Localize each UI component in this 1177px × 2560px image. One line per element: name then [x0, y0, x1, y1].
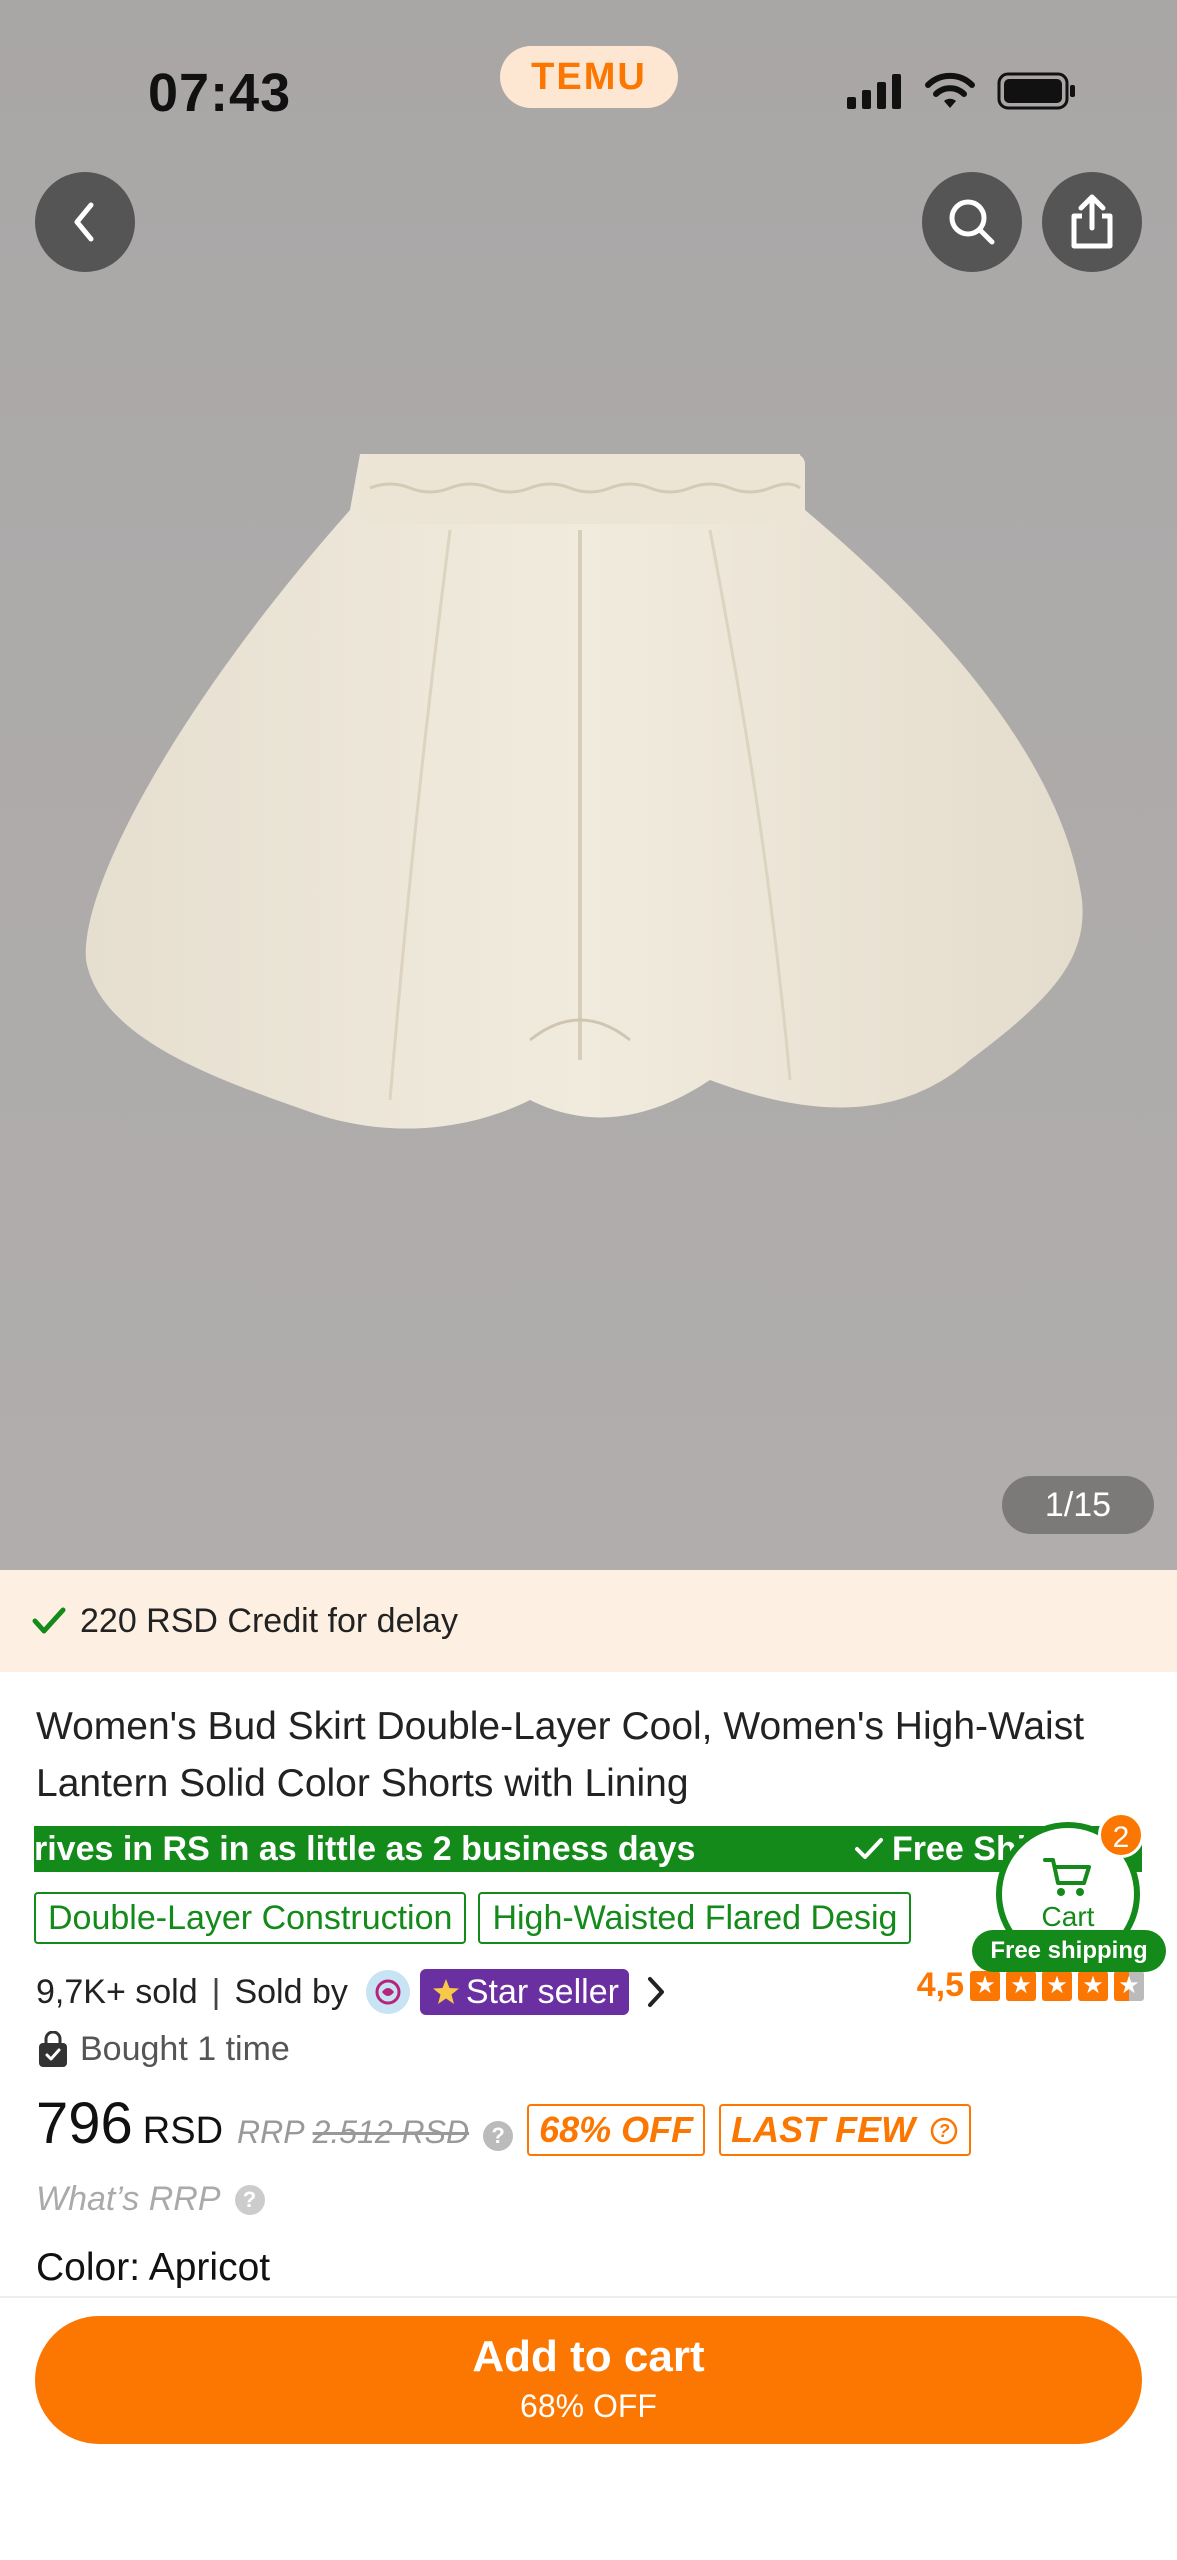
cart-icon [1043, 1858, 1091, 1896]
price-value: 796 [36, 2091, 133, 2156]
color-label: Color: Apricot [36, 2246, 271, 2289]
add-to-cart-label: Add to cart [472, 2332, 705, 2381]
rating-value: 4,5 [916, 1966, 964, 2004]
last-few-label: LAST FEW [731, 2109, 916, 2150]
star-icon: ★ [1078, 1970, 1108, 2001]
star-seller-badge[interactable]: Star seller [419, 1969, 629, 2015]
battery-icon [997, 72, 1075, 110]
image-counter: 1/15 [1002, 1476, 1154, 1534]
whats-rrp-link[interactable]: What’s RRP ? [36, 2180, 265, 2219]
star-seller-label: Star seller [465, 1972, 619, 2011]
status-bar: 07:43 TEMU [0, 0, 1177, 150]
temu-logo: TEMU [500, 46, 678, 108]
credit-text: 220 RSD Credit for delay [80, 1601, 458, 1640]
status-icons [847, 72, 1077, 110]
share-button[interactable] [1042, 172, 1142, 272]
star-icon: ★ [970, 1970, 1000, 2001]
bought-text: Bought 1 time [80, 2030, 290, 2068]
cart-label: Cart [1041, 1901, 1095, 1932]
product-gallery[interactable]: 07:43 TEMU 1/15 [0, 0, 1177, 1570]
shop-avatar[interactable] [365, 1970, 410, 2014]
bought-info: Bought 1 time [36, 2030, 290, 2069]
divider: | [211, 1972, 221, 2011]
check-icon [855, 1838, 883, 1859]
sold-count: 9,7K+ sold [36, 1972, 198, 2011]
credit-banner[interactable]: 220 RSD Credit for delay [0, 1570, 1177, 1672]
cart-count-badge: 2 [1098, 1812, 1144, 1858]
whats-rrp-text: What’s RRP [36, 2180, 221, 2218]
shipping-ticker[interactable]: rives in RS in as little as 2 business d… [34, 1826, 1142, 1872]
search-icon [949, 199, 995, 245]
free-shipping-segment: Free Shi [854, 1826, 1026, 1872]
delivery-time-text: rives in RS in as little as 2 business d… [34, 1830, 696, 1868]
rrp-label: RRP [237, 2114, 305, 2150]
color-selector-label: Color: Apricot [36, 2246, 270, 2290]
share-icon [1071, 194, 1113, 249]
star-icon: ★ [1006, 1970, 1036, 2001]
feature-tags: Double-Layer Construction High-Waisted F… [34, 1892, 912, 1944]
feature-tag: Double-Layer Construction [34, 1892, 467, 1944]
back-button[interactable] [35, 172, 135, 272]
price-row: 796 RSD RRP 2.512 RSD ? 68% OFF LAST FEW… [36, 2090, 1146, 2170]
check-icon [32, 1607, 66, 1634]
star-icon: ★ [1042, 1970, 1072, 2001]
wifi-icon [925, 72, 975, 108]
shopping-bag-icon [39, 2030, 67, 2067]
last-few-badge[interactable]: LAST FEW ? [719, 2104, 972, 2156]
shop-logo-icon [375, 1979, 401, 2005]
help-icon[interactable]: ? [483, 2121, 514, 2151]
product-image-skirt [85, 454, 1083, 1129]
sold-by-label: Sold by [234, 1972, 348, 2011]
status-time: 07:43 [148, 63, 292, 123]
price-currency: RSD [142, 2110, 224, 2152]
feature-tag: High-Waisted Flared Desig [478, 1892, 912, 1944]
add-to-cart-button[interactable]: Add to cart 68% OFF [35, 2316, 1142, 2444]
sold-seller-row: 9,7K+ sold | Sold by Star seller 4,5 ★ ★… [36, 1966, 1144, 2018]
bottom-action-bar: Add to cart 68% OFF [0, 2296, 1177, 2560]
svg-text:?: ? [939, 2121, 950, 2141]
rrp-value: 2.512 RSD [312, 2114, 470, 2150]
discount-badge: 68% OFF [527, 2104, 706, 2156]
question-circle-icon: ? [930, 2117, 958, 2145]
product-title: Women's Bud Skirt Double-Layer Cool, Wom… [36, 1705, 1085, 1805]
add-to-cart-discount: 68% OFF [520, 2388, 657, 2424]
chevron-left-icon [74, 202, 94, 242]
half-star-icon: ★ [1114, 1970, 1144, 2001]
cart-free-shipping-badge: Free shipping [972, 1930, 1166, 1972]
help-icon: ? [234, 2184, 265, 2215]
cellular-signal-icon [847, 74, 901, 109]
chevron-right-icon[interactable] [641, 1974, 671, 2010]
search-button[interactable] [922, 172, 1022, 272]
product-page: 07:43 TEMU 1/15 220 RSD Credit for delay… [0, 0, 1177, 2560]
star-icon [432, 1979, 459, 2004]
